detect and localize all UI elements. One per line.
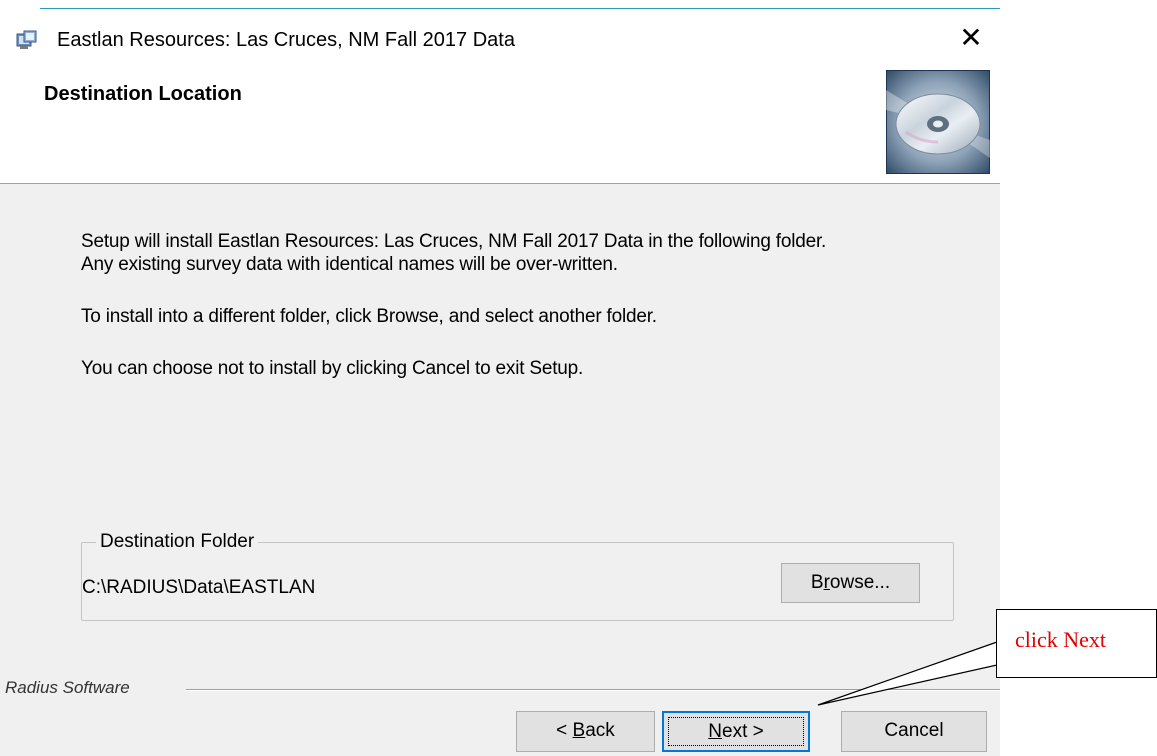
callout-annotation: click Next xyxy=(996,609,1157,678)
callout-pointer xyxy=(817,641,998,706)
